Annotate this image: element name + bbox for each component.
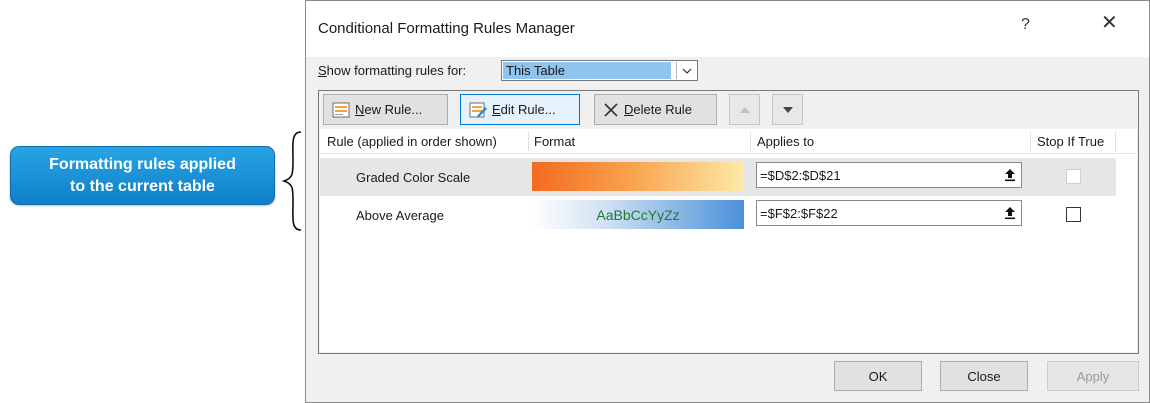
curly-brace-icon <box>281 131 302 231</box>
help-button[interactable]: ? <box>1021 16 1030 34</box>
rule-row-graded-color-scale[interactable]: Graded Color Scale =$D$2:$D$21 <box>320 158 1116 196</box>
col-rule-header: Rule (applied in order shown) <box>327 134 497 149</box>
range-picker-icon[interactable] <box>999 201 1021 225</box>
edit-rule-icon <box>469 102 487 117</box>
stop-if-true-checkbox[interactable] <box>1066 207 1081 222</box>
show-rules-label: Show formatting rules for: <box>318 63 467 78</box>
edit-rule-button[interactable]: Edit Rule... <box>460 94 580 125</box>
edit-rule-label: Edit Rule... <box>492 102 556 117</box>
rules-list-header: Rule (applied in order shown) Format App… <box>320 129 1137 154</box>
new-rule-button[interactable]: New Rule... <box>323 94 448 125</box>
delete-x-icon <box>604 102 618 117</box>
stop-if-true-checkbox[interactable] <box>1066 169 1081 184</box>
annotation-callout: Formatting rules applied to the current … <box>10 146 275 205</box>
ok-button[interactable]: OK <box>834 361 922 391</box>
format-preview-text: AaBbCcYyZz <box>596 206 680 223</box>
delete-rule-button[interactable]: Delete Rule <box>594 94 717 125</box>
col-applies-header: Applies to <box>757 134 815 149</box>
rules-list: Rule (applied in order shown) Format App… <box>320 129 1137 352</box>
rule-row-above-average[interactable]: Above Average AaBbCcYyZz =$F$2:$F$22 <box>320 196 1116 234</box>
col-stop-header: Stop If True <box>1037 134 1105 149</box>
close-button[interactable]: Close <box>940 361 1028 391</box>
format-preview-color-scale <box>532 162 744 191</box>
move-up-button[interactable] <box>729 94 760 125</box>
title-bar: Conditional Formatting Rules Manager ? ✕ <box>306 1 1149 57</box>
new-rule-icon <box>332 102 350 117</box>
range-picker-icon[interactable] <box>999 163 1021 187</box>
applies-to-field[interactable]: =$F$2:$F$22 <box>756 200 1022 226</box>
chevron-down-icon[interactable] <box>676 62 696 79</box>
move-down-button[interactable] <box>772 94 803 125</box>
applies-to-field[interactable]: =$D$2:$D$21 <box>756 162 1022 188</box>
rules-panel: New Rule... Edit Rule... Delete Rule Rul… <box>318 90 1139 354</box>
applies-to-value: =$F$2:$F$22 <box>760 206 838 221</box>
triangle-down-icon <box>782 106 793 113</box>
rules-manager-dialog: Conditional Formatting Rules Manager ? ✕… <box>305 0 1150 403</box>
dialog-title: Conditional Formatting Rules Manager <box>318 20 575 37</box>
new-rule-label: New Rule... <box>355 102 423 117</box>
show-rules-value: This Table <box>503 62 671 79</box>
callout-line-2: to the current table <box>70 177 215 195</box>
delete-rule-label: Delete Rule <box>624 102 692 117</box>
callout-line-1: Formatting rules applied <box>49 155 236 173</box>
show-rules-dropdown[interactable]: This Table <box>501 60 698 81</box>
triangle-up-icon <box>739 106 750 113</box>
applies-to-value: =$D$2:$D$21 <box>760 168 841 183</box>
apply-button[interactable]: Apply <box>1047 361 1139 391</box>
rule-name: Above Average <box>356 208 444 223</box>
format-preview-data-bar: AaBbCcYyZz <box>532 200 744 229</box>
close-icon[interactable]: ✕ <box>1101 13 1118 33</box>
rule-name: Graded Color Scale <box>356 170 471 185</box>
col-format-header: Format <box>534 134 576 149</box>
